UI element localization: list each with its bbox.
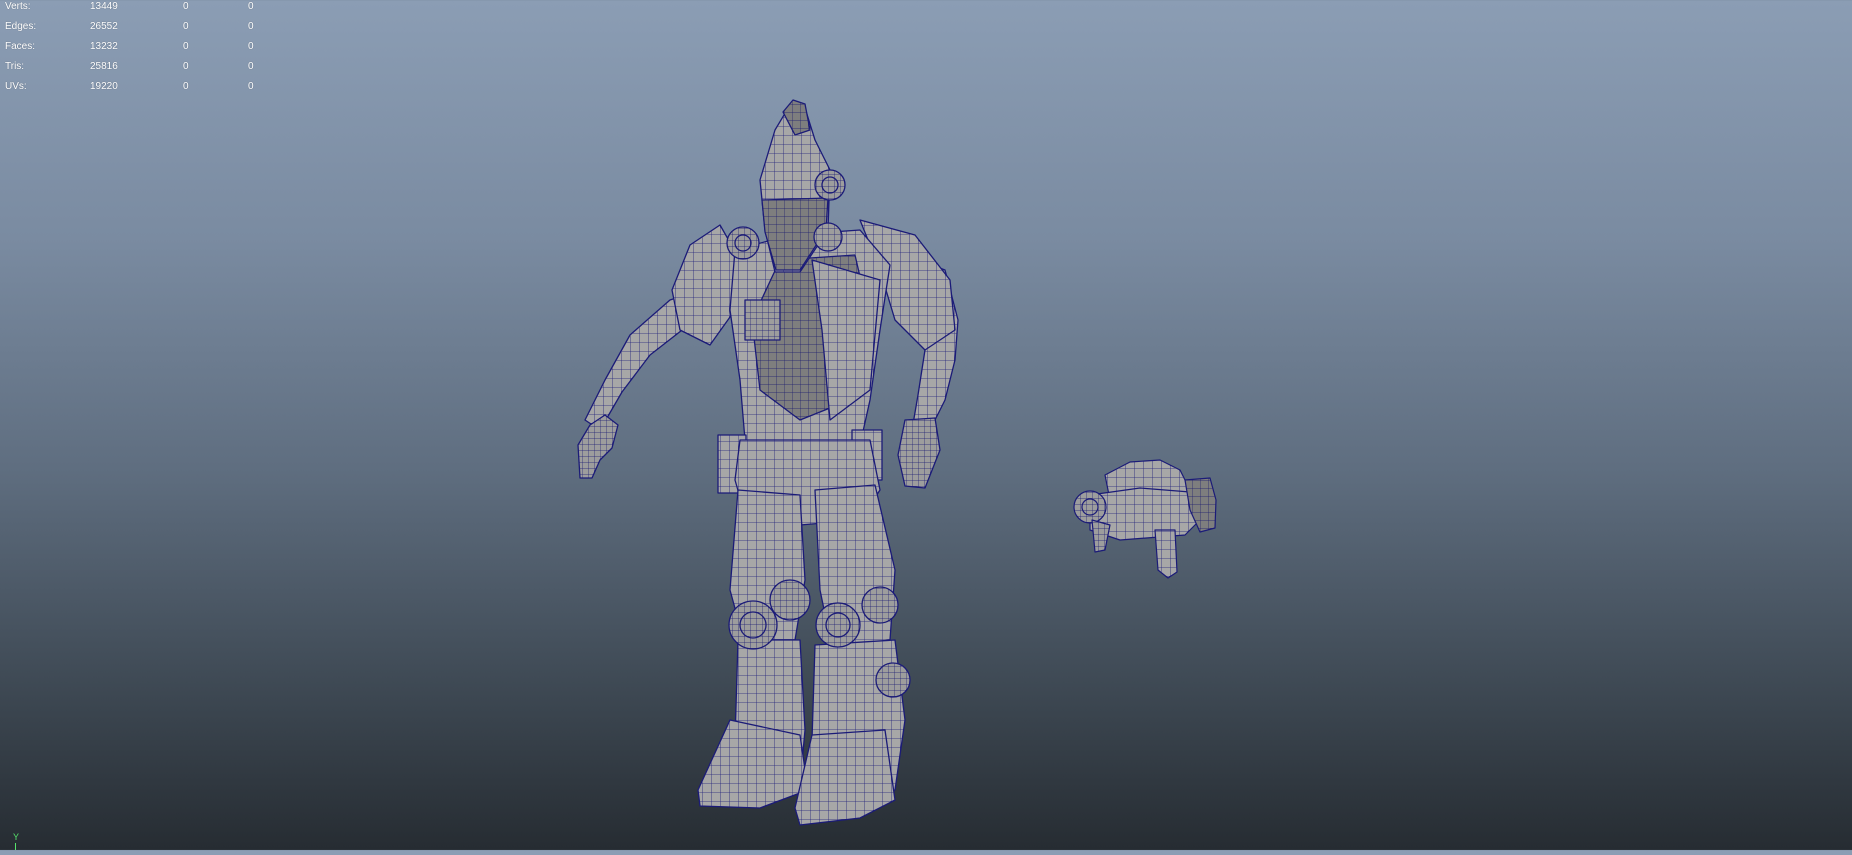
stat-value-selected: 0 [183,81,189,92]
stat-label: Faces: [5,41,36,52]
stat-label: Edges: [5,21,37,32]
stat-row-edges: Edges: 26552 0 0 [5,20,288,40]
stat-value-selected: 0 [183,41,189,52]
stat-value-total: 26552 [90,21,118,32]
poly-count-hud: Verts: 13449 0 0 Edges: 26552 0 0 Faces:… [5,0,288,100]
stat-value-total: 25816 [90,61,118,72]
robot-character-mesh [577,99,959,826]
stat-value-selected: 0 [183,1,189,12]
stat-value-selected: 0 [183,21,189,32]
stat-row-verts: Verts: 13449 0 0 [5,0,288,20]
axis-y-label: Y [13,832,20,842]
blaster-gun-mesh [1073,459,1217,579]
stat-value-component: 0 [248,61,254,72]
axis-gizmo: Y [12,832,22,850]
stat-value-total: 13449 [90,1,118,12]
scene-render [577,99,1217,826]
stat-value-component: 0 [248,21,254,32]
stat-row-faces: Faces: 13232 0 0 [5,40,288,60]
stat-row-uvs: UVs: 19220 0 0 [5,80,288,100]
viewport[interactable]: Verts: 13449 0 0 Edges: 26552 0 0 Faces:… [0,0,1852,850]
stat-label: Verts: [5,1,31,12]
axis-y-icon [15,843,16,850]
stat-row-tris: Tris: 25816 0 0 [5,60,288,80]
stat-label: Tris: [5,61,25,72]
stat-value-component: 0 [248,41,254,52]
stat-value-component: 0 [248,81,254,92]
stat-value-total: 19220 [90,81,118,92]
stat-value-selected: 0 [183,61,189,72]
stat-value-total: 13232 [90,41,118,52]
stat-value-component: 0 [248,1,254,12]
stat-label: UVs: [5,81,27,92]
